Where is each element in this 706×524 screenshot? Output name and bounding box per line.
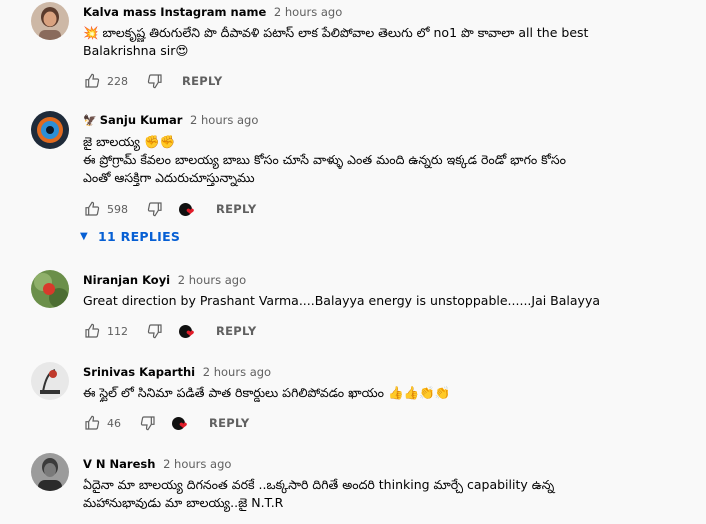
like-count: 112: [107, 324, 128, 338]
comment-time[interactable]: 2 hours ago: [190, 113, 258, 127]
like-count: 46: [107, 416, 121, 430]
thumb-down-icon[interactable]: [146, 72, 164, 90]
comment-line: Balakrishna sir😍: [83, 43, 189, 58]
comment-toolbar: 598 ❤ REPLY: [83, 198, 257, 220]
comment-text: జై బాలయ్య ✊✊ ఈ ప్రోగ్రామ్ కేవలం బాలయ్య బ…: [83, 133, 698, 187]
comment-toolbar: 228 REPLY: [83, 70, 223, 92]
caret-down-icon: ▼: [80, 231, 88, 242]
like-count: 228: [107, 74, 128, 88]
author-badge: 🦅: [83, 114, 97, 127]
comment-line: ఈ ప్రోగ్రామ్ కేవలం బాలయ్య బాబు కోసం చూసే…: [83, 152, 566, 167]
comment-line: 💥 బాలకృష్ణ తిరుగులేని పొ దీపావళి పటాస్ ల…: [83, 25, 589, 40]
avatar[interactable]: [31, 2, 69, 40]
comment-toolbar: 112 ❤ REPLY: [83, 320, 257, 342]
creator-heart-icon: ❤: [178, 200, 198, 218]
comment-text: ఈ స్టైల్ లో సినిమా పడితే పాత రికార్డులు …: [83, 384, 698, 402]
comment-line: మహానుభావుడు మా బాలయ్య..జై N.T.R: [83, 495, 284, 510]
replies-count-label: 11 REPLIES: [98, 229, 181, 244]
author-name[interactable]: Srinivas Kaparthi: [83, 365, 195, 379]
comment-header: 🦅 Sanju Kumar 2 hours ago: [83, 112, 698, 129]
comment-time[interactable]: 2 hours ago: [178, 273, 246, 287]
reply-button[interactable]: REPLY: [216, 202, 257, 216]
thumb-up-icon[interactable]: [83, 322, 101, 340]
comment-text: 💥 బాలకృష్ణ తిరుగులేని పొ దీపావళి పటాస్ ల…: [83, 24, 698, 60]
author-name[interactable]: V N Naresh: [83, 457, 155, 471]
comment-line: ఎంతో ఆసక్తిగా ఎదురుచూస్తున్నాము: [83, 170, 255, 185]
comment-header: V N Naresh 2 hours ago: [83, 456, 698, 472]
comment-time[interactable]: 2 hours ago: [203, 365, 271, 379]
thumb-up-icon[interactable]: [83, 72, 101, 90]
author-name[interactable]: Sanju Kumar: [100, 113, 183, 127]
comment-line: ఏదైనా మా బాలయ్య దిగనంత వరకే ..ఒక్కసారి ద…: [83, 477, 555, 492]
avatar[interactable]: [31, 453, 69, 491]
comment-time[interactable]: 2 hours ago: [163, 457, 231, 471]
view-replies-button[interactable]: ▼ 11 REPLIES: [80, 229, 180, 244]
avatar[interactable]: [31, 111, 69, 149]
comment-toolbar: 46 ❤ REPLY: [83, 412, 250, 434]
comment-line: ఈ స్టైల్ లో సినిమా పడితే పాత రికార్డులు …: [83, 385, 451, 400]
like-count: 598: [107, 202, 128, 216]
author-name[interactable]: Kalva mass Instagram name: [83, 5, 266, 19]
author-name[interactable]: Niranjan Koyi: [83, 273, 170, 287]
reply-button[interactable]: REPLY: [216, 324, 257, 338]
comment-line: జై బాలయ్య ✊✊: [83, 134, 176, 149]
reply-button[interactable]: REPLY: [182, 74, 223, 88]
reply-button[interactable]: REPLY: [209, 416, 250, 430]
avatar[interactable]: [31, 362, 69, 400]
thumb-up-icon[interactable]: [83, 414, 101, 432]
comment-header: Kalva mass Instagram name 2 hours ago: [83, 4, 698, 20]
comment-text: Great direction by Prashant Varma....Bal…: [83, 292, 698, 310]
thumb-down-icon[interactable]: [146, 322, 164, 340]
comment-line: Great direction by Prashant Varma....Bal…: [83, 293, 601, 308]
comment-header: Srinivas Kaparthi 2 hours ago: [83, 364, 698, 380]
comment-header: Niranjan Koyi 2 hours ago: [83, 272, 698, 288]
creator-heart-icon: ❤: [171, 414, 191, 432]
comment-time[interactable]: 2 hours ago: [274, 5, 342, 19]
avatar[interactable]: [31, 270, 69, 308]
creator-heart-icon: ❤: [178, 322, 198, 340]
comment-text: ఏదైనా మా బాలయ్య దిగనంత వరకే ..ఒక్కసారి ద…: [83, 476, 698, 512]
thumb-down-icon[interactable]: [146, 200, 164, 218]
thumb-down-icon[interactable]: [139, 414, 157, 432]
thumb-up-icon[interactable]: [83, 200, 101, 218]
